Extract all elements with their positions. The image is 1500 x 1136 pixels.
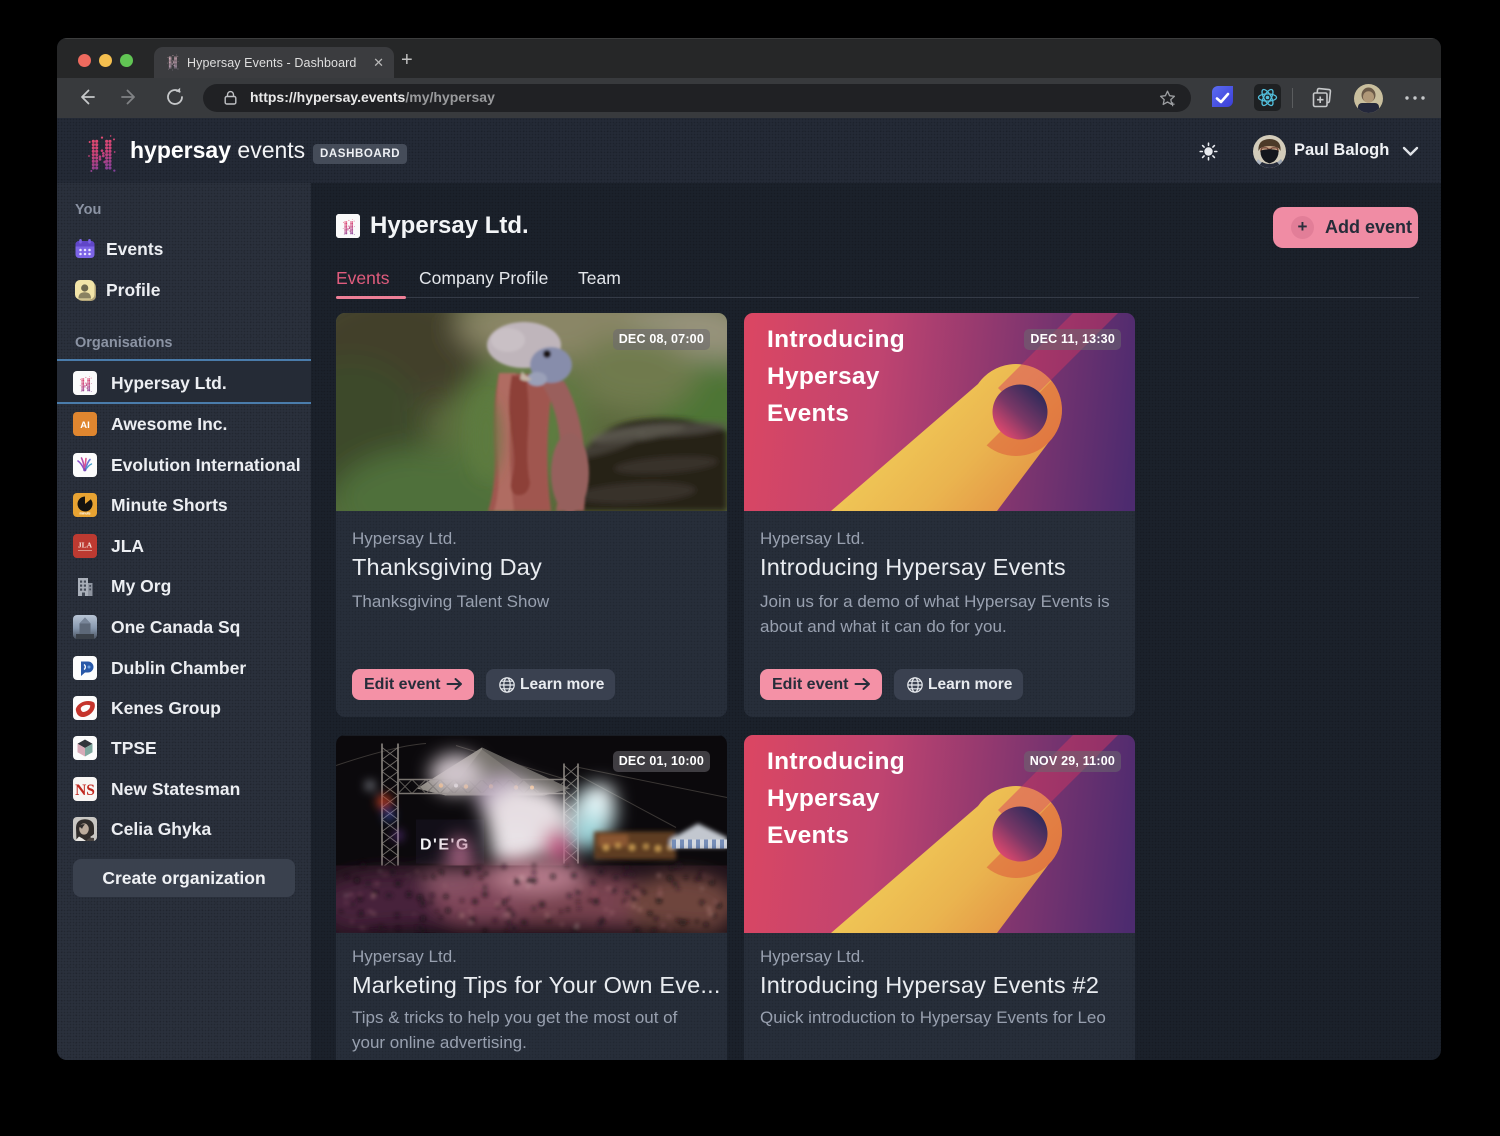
svg-text:minute: minute <box>79 512 90 516</box>
svg-text:AI: AI <box>80 420 90 431</box>
svg-text:JLA: JLA <box>78 541 93 550</box>
svg-text:NS: NS <box>75 782 95 799</box>
